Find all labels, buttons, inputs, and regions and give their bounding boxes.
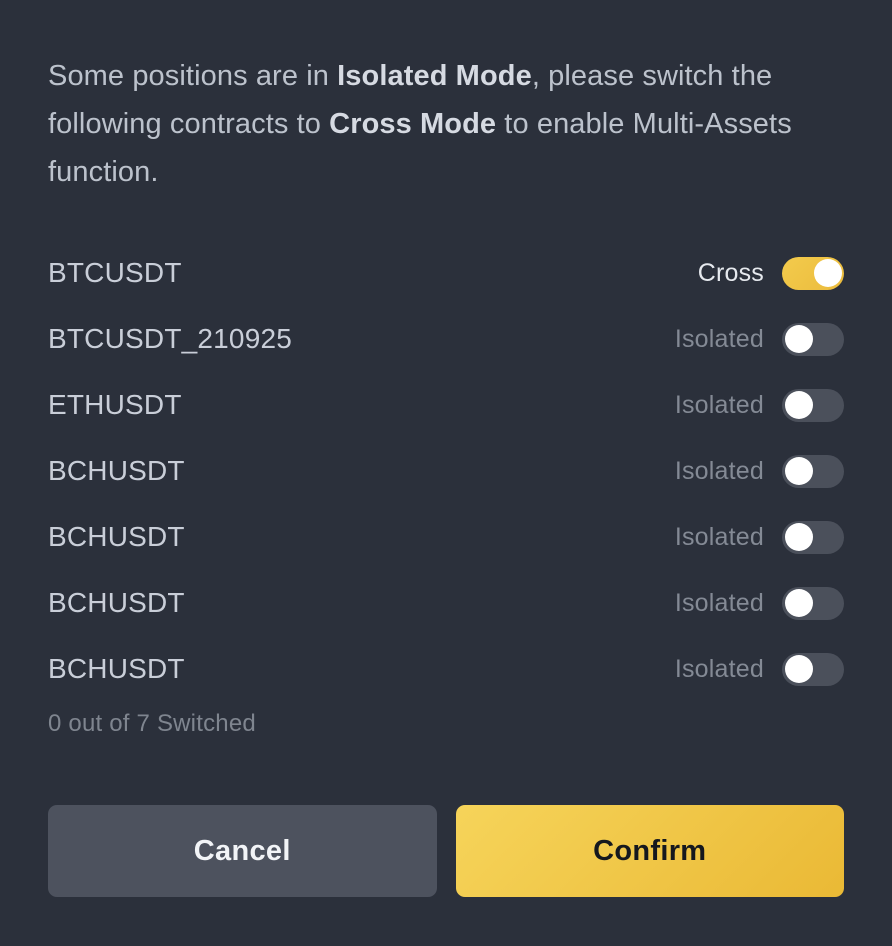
mode-label: Isolated <box>674 654 764 683</box>
mode-label: Cross <box>697 258 764 287</box>
contract-name: BTCUSDT <box>48 257 182 288</box>
dialog-actions: Cancel Confirm <box>48 805 844 897</box>
contract-name: BTCUSDT_210925 <box>48 323 293 354</box>
mode-label: Isolated <box>674 390 764 419</box>
cancel-button[interactable]: Cancel <box>48 805 437 897</box>
contract-row[interactable]: BTCUSDT Cross <box>48 240 844 306</box>
contract-row[interactable]: BCHUSDT Isolated <box>48 636 844 702</box>
contract-name: BCHUSDT <box>48 653 185 684</box>
mode-label: Isolated <box>674 456 764 485</box>
contract-row[interactable]: BCHUSDT Isolated <box>48 570 844 636</box>
contract-row-controls: Isolated <box>674 652 844 686</box>
margin-mode-toggle[interactable] <box>782 520 844 554</box>
contract-row[interactable]: BTCUSDT_210925 Isolated <box>48 306 844 372</box>
contract-row-controls: Isolated <box>674 520 844 554</box>
contract-name: BCHUSDT <box>48 521 185 552</box>
contract-row-controls: Cross <box>697 256 844 290</box>
margin-mode-toggle[interactable] <box>782 454 844 488</box>
message-bold-isolated-mode: Isolated Mode <box>337 60 532 92</box>
contract-row[interactable]: ETHUSDT Isolated <box>48 372 844 438</box>
toggle-knob-icon <box>784 391 813 419</box>
contract-row[interactable]: BCHUSDT Isolated <box>48 438 844 504</box>
margin-mode-toggle[interactable] <box>782 256 844 290</box>
message-bold-cross-mode: Cross Mode <box>329 108 497 140</box>
message-part-1: Some positions are in <box>48 60 338 92</box>
margin-mode-toggle[interactable] <box>782 388 844 422</box>
margin-mode-toggle[interactable] <box>782 652 844 686</box>
dialog-message: Some positions are in Isolated Mode, ple… <box>48 0 844 196</box>
toggle-knob-icon <box>784 589 813 617</box>
mode-label: Isolated <box>674 588 764 617</box>
switched-count: 0 out of 7 Switched <box>48 710 256 737</box>
confirm-button[interactable]: Confirm <box>455 805 844 897</box>
mode-label: Isolated <box>674 522 764 551</box>
mode-label: Isolated <box>674 324 764 353</box>
margin-mode-toggle[interactable] <box>782 586 844 620</box>
contract-name: BCHUSDT <box>48 455 185 486</box>
contract-row-controls: Isolated <box>674 586 844 620</box>
contract-row[interactable]: BCHUSDT Isolated <box>48 504 844 570</box>
toggle-knob-icon <box>784 523 813 551</box>
toggle-knob-icon <box>784 325 813 353</box>
contract-name: BCHUSDT <box>48 587 185 618</box>
contract-row-controls: Isolated <box>674 454 844 488</box>
toggle-knob-icon <box>784 457 813 485</box>
contract-list: BTCUSDT Cross BTCUSDT_210925 Isolated ET… <box>48 240 844 702</box>
multi-assets-switch-dialog: Some positions are in Isolated Mode, ple… <box>0 0 892 946</box>
contract-row-controls: Isolated <box>674 388 844 422</box>
contract-name: ETHUSDT <box>48 389 182 420</box>
contract-row-controls: Isolated <box>674 322 844 356</box>
toggle-knob-icon <box>784 655 813 683</box>
toggle-knob-icon <box>813 259 842 287</box>
margin-mode-toggle[interactable] <box>782 322 844 356</box>
